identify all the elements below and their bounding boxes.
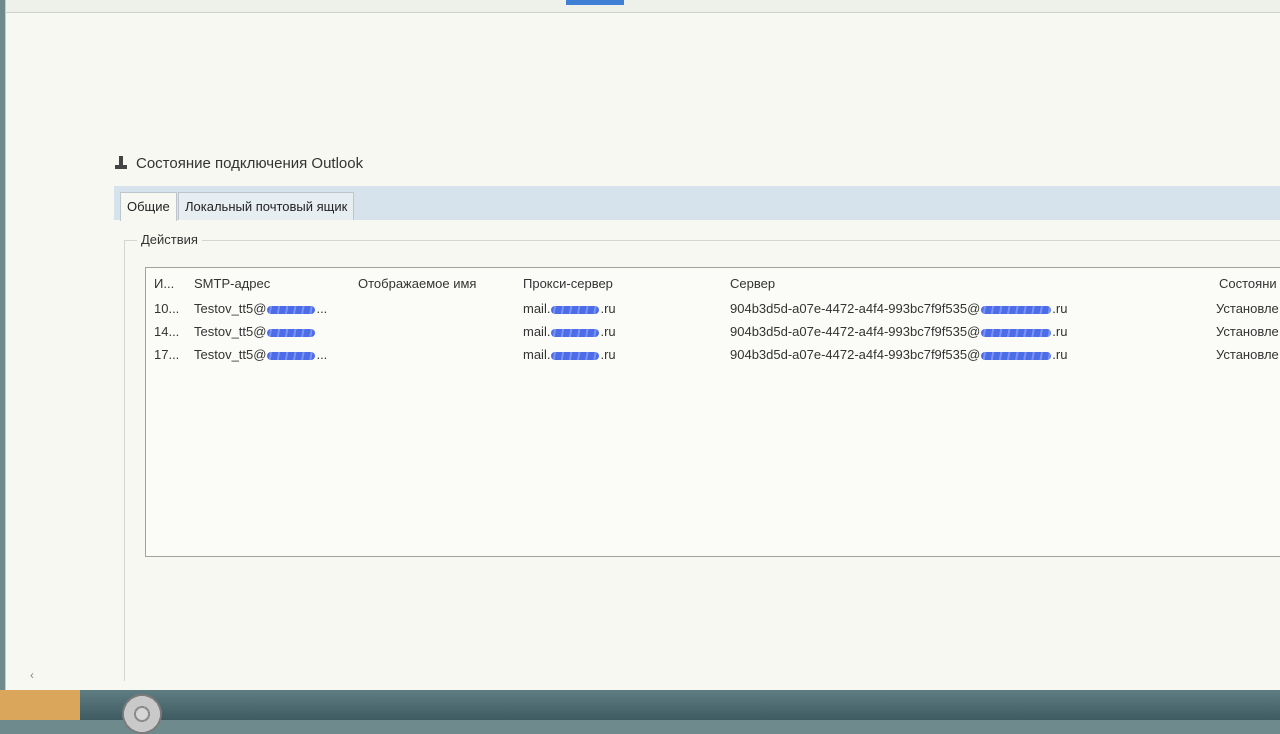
redaction-mark: [267, 328, 316, 337]
server-suffix: .ru: [1052, 324, 1068, 339]
server-text: 904b3d5d-a07e-4472-a4f4-993bc7f9f535@: [730, 324, 981, 339]
cell-smtp: Testov_tt5@: [194, 324, 316, 339]
column-header-server[interactable]: Сервер: [730, 276, 775, 291]
table-row[interactable]: 14... Testov_tt5@ mail. .ru 904b3d5d-a07e…: [146, 324, 1280, 346]
server-suffix: .ru: [1052, 301, 1068, 316]
redaction-mark: [267, 351, 316, 360]
window-title: Состояние подключения Outlook: [136, 154, 364, 172]
cell-proxy: mail. .ru: [523, 324, 616, 339]
table-row[interactable]: 10... Testov_tt5@... mail. .ru 904b3d5d-a…: [146, 301, 1280, 323]
tab-local-mailbox[interactable]: Локальный почтовый ящик: [178, 192, 355, 220]
redaction-mark: [981, 351, 1052, 360]
redaction-mark: [981, 305, 1052, 314]
cell-smtp: Testov_tt5@...: [194, 347, 327, 362]
smtp-text: Testov_tt5@: [194, 301, 267, 316]
cell-smtp: Testov_tt5@...: [194, 301, 327, 316]
proxy-suffix: .ru: [600, 301, 616, 316]
proxy-suffix: .ru: [600, 347, 616, 362]
window-titlebar: Состояние подключения Outlook: [114, 152, 363, 174]
selected-indicator: [566, 0, 624, 5]
cell-server: 904b3d5d-a07e-4472-a4f4-993bc7f9f535@ .ru: [730, 301, 1067, 316]
cell-status: Установле: [1216, 347, 1279, 362]
cell-status: Установле: [1216, 301, 1279, 316]
cell-proxy: mail. .ru: [523, 347, 616, 362]
smtp-text: Testov_tt5@: [194, 324, 267, 339]
tab-bar: Общие Локальный почтовый ящик: [114, 186, 1280, 221]
redaction-mark: [551, 328, 600, 337]
cell-server: 904b3d5d-a07e-4472-a4f4-993bc7f9f535@ .ru: [730, 347, 1067, 362]
cell-id: 14...: [154, 324, 180, 339]
redaction-mark: [551, 305, 600, 314]
smtp-suffix: ...: [316, 301, 328, 316]
proxy-suffix: .ru: [600, 324, 616, 339]
group-label: Действия: [137, 232, 202, 247]
smtp-text: Testov_tt5@: [194, 347, 267, 362]
smtp-suffix: ...: [316, 347, 328, 362]
server-text: 904b3d5d-a07e-4472-a4f4-993bc7f9f535@: [730, 301, 981, 316]
redaction-mark: [551, 351, 600, 360]
cell-id: 10...: [154, 301, 180, 316]
redaction-mark: [267, 305, 316, 314]
column-header-smtp[interactable]: SMTP-адрес: [194, 276, 270, 291]
cell-server: 904b3d5d-a07e-4472-a4f4-993bc7f9f535@ .ru: [730, 324, 1067, 339]
server-suffix: .ru: [1052, 347, 1068, 362]
proxy-text: mail.: [523, 301, 551, 316]
top-strip: [6, 0, 1280, 13]
actions-group: Действия И... SMTP-адрес Отображаемое им…: [124, 232, 1280, 681]
cell-proxy: mail. .ru: [523, 301, 616, 316]
media-disc-icon[interactable]: [122, 694, 162, 734]
table-row[interactable]: 17... Testov_tt5@... mail. .ru 904b3d5d-a…: [146, 347, 1280, 369]
column-header-display-name[interactable]: Отображаемое имя: [358, 276, 476, 291]
column-header-id[interactable]: И...: [154, 276, 174, 291]
connections-list[interactable]: И... SMTP-адрес Отображаемое имя Прокси-…: [145, 267, 1280, 557]
cell-id: 17...: [154, 347, 180, 362]
tab-general[interactable]: Общие: [120, 192, 177, 221]
connection-status-window: Состояние подключения Outlook Общие Лока…: [6, 0, 1280, 700]
redaction-mark: [981, 328, 1052, 337]
column-header-proxy[interactable]: Прокси-сервер: [523, 276, 613, 291]
server-text: 904b3d5d-a07e-4472-a4f4-993bc7f9f535@: [730, 347, 981, 362]
start-button[interactable]: [0, 690, 80, 720]
taskbar: [0, 690, 1280, 734]
proxy-text: mail.: [523, 324, 551, 339]
column-header-status[interactable]: Состояни: [1219, 276, 1277, 291]
cell-status: Установле: [1216, 324, 1279, 339]
outlook-connection-icon: [114, 155, 130, 171]
proxy-text: mail.: [523, 347, 551, 362]
scroll-left-arrow[interactable]: ‹: [30, 668, 40, 682]
